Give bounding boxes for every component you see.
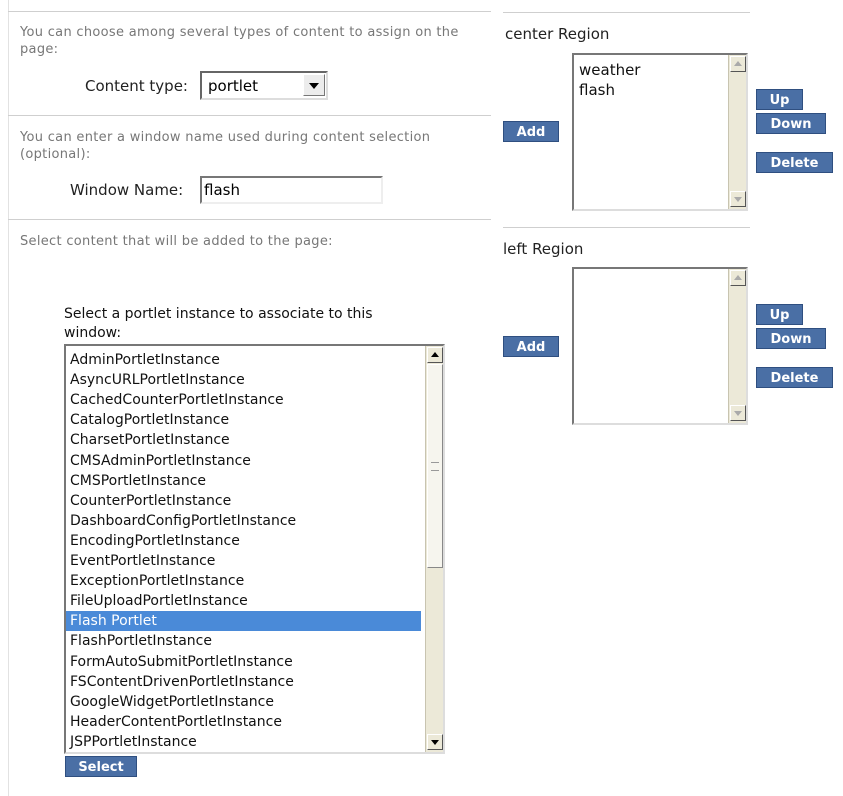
left-down-button[interactable]: Down	[756, 328, 826, 349]
list-item[interactable]: FormAutoSubmitPortletInstance	[70, 652, 293, 672]
center-delete-button[interactable]: Delete	[756, 152, 833, 173]
left-add-button[interactable]: Add	[503, 336, 559, 357]
grip-icon	[431, 462, 439, 471]
list-item[interactable]: AsyncURLPortletInstance	[70, 370, 245, 390]
list-item[interactable]: ExceptionPortletInstance	[70, 571, 244, 591]
list-item[interactable]: JSPPortletInstance	[70, 732, 197, 752]
left-list-scrollbar[interactable]	[728, 269, 746, 423]
center-region-title: center Region	[505, 25, 610, 43]
left-region-title: left Region	[503, 240, 584, 258]
scroll-down-icon[interactable]	[730, 405, 746, 421]
list-item[interactable]: CatalogPortletInstance	[70, 410, 229, 430]
portlet-instance-list[interactable]: AdminPortletInstance AsyncURLPortletInsta…	[64, 344, 445, 754]
scroll-down-icon[interactable]	[427, 734, 443, 750]
chevron-down-icon[interactable]	[303, 74, 325, 96]
list-item[interactable]: weather	[579, 60, 640, 80]
divider-right-mid	[503, 227, 750, 228]
portlet-list-scrollbar[interactable]	[425, 346, 443, 752]
select-button[interactable]: Select	[65, 756, 137, 777]
content-type-value: portlet	[208, 77, 259, 95]
list-item[interactable]: HeaderContentPortletInstance	[70, 712, 282, 732]
list-item[interactable]: CMSAdminPortletInstance	[70, 451, 251, 471]
content-type-select[interactable]: portlet	[200, 71, 328, 100]
list-item[interactable]: flash	[579, 80, 615, 100]
list-item[interactable]: CharsetPortletInstance	[70, 430, 230, 450]
left-up-button[interactable]: Up	[756, 304, 803, 325]
content-type-help: You can choose among several types of co…	[20, 25, 459, 57]
list-item[interactable]: FlashPortletInstance	[70, 631, 212, 651]
divider-select	[8, 219, 491, 220]
center-add-button[interactable]: Add	[503, 121, 559, 142]
list-item[interactable]: DashboardConfigPortletInstance	[70, 511, 296, 531]
list-item[interactable]: CMSPortletInstance	[70, 471, 206, 491]
left-region-list[interactable]	[572, 267, 748, 425]
scroll-down-icon[interactable]	[730, 191, 746, 207]
center-up-button[interactable]: Up	[756, 89, 803, 110]
select-content-help: Select content that will be added to the…	[20, 234, 333, 249]
list-item[interactable]: Flash Portlet	[66, 611, 421, 632]
left-delete-button[interactable]: Delete	[756, 367, 833, 388]
list-item[interactable]: CachedCounterPortletInstance	[70, 390, 284, 410]
list-item[interactable]: FileUploadPortletInstance	[70, 591, 248, 611]
divider-top	[8, 11, 491, 12]
scroll-up-icon[interactable]	[730, 270, 746, 286]
list-item[interactable]: EncodingPortletInstance	[70, 531, 240, 551]
scroll-up-icon[interactable]	[427, 347, 443, 363]
window-name-label: Window Name:	[70, 181, 184, 199]
content-type-label: Content type:	[85, 77, 188, 95]
list-item[interactable]: AdminPortletInstance	[70, 350, 220, 370]
divider-window	[8, 115, 491, 116]
list-item[interactable]: FSContentDrivenPortletInstance	[70, 672, 294, 692]
center-down-button[interactable]: Down	[756, 113, 826, 134]
scrollbar-thumb[interactable]	[427, 364, 443, 568]
scroll-up-icon[interactable]	[730, 56, 746, 72]
portlet-instance-instruction: Select a portlet instance to associate t…	[64, 306, 373, 341]
list-item[interactable]: CounterPortletInstance	[70, 491, 231, 511]
left-border	[8, 0, 9, 796]
list-item[interactable]: EventPortletInstance	[70, 551, 215, 571]
divider-right-top	[503, 12, 750, 13]
list-item[interactable]: GoogleWidgetPortletInstance	[70, 692, 274, 712]
center-region-list[interactable]: weather flash	[572, 53, 748, 211]
window-name-field[interactable]	[200, 176, 383, 204]
window-name-help: You can enter a window name used during …	[20, 130, 431, 162]
center-list-scrollbar[interactable]	[728, 55, 746, 209]
